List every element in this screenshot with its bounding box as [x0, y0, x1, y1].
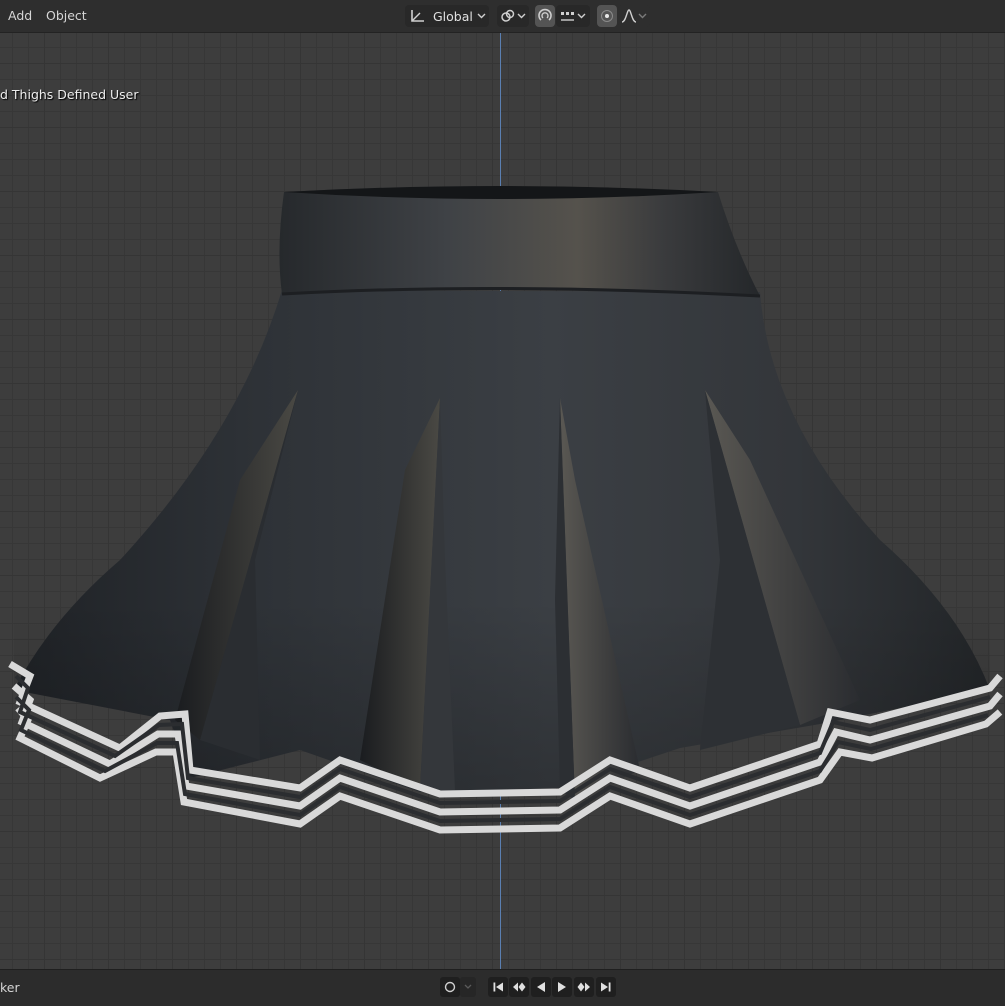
play-icon: [556, 981, 568, 993]
play-reverse-icon: [535, 981, 547, 993]
play-button[interactable]: [552, 977, 572, 997]
pivot-icon: [500, 8, 516, 24]
next-keyframe-icon: [577, 981, 591, 993]
chevron-down-icon: [577, 13, 586, 19]
play-reverse-button[interactable]: [531, 977, 551, 997]
snap-toggle[interactable]: [535, 5, 555, 27]
skirt-waistband: [279, 186, 760, 296]
jump-start-button[interactable]: [488, 977, 508, 997]
snap-icon: [537, 8, 553, 24]
jump-end-icon: [600, 981, 612, 993]
snap-increment-icon: [559, 8, 575, 24]
record-icon: [444, 981, 456, 993]
pleated-skirt-model[interactable]: [0, 33, 1005, 969]
snap-target-dropdown[interactable]: [556, 5, 590, 27]
pivot-point-dropdown[interactable]: [497, 5, 529, 27]
falloff-curve-icon: [621, 8, 637, 24]
jump-start-icon: [492, 981, 504, 993]
proportional-editing-toggle[interactable]: [597, 5, 617, 27]
next-keyframe-button[interactable]: [574, 977, 594, 997]
transform-orientation-icon: [409, 8, 427, 24]
menu-object[interactable]: Object: [46, 8, 87, 23]
timeline-header: ker: [0, 969, 1005, 1006]
keying-dropdown[interactable]: [460, 977, 476, 997]
chevron-down-icon: [638, 13, 647, 19]
jump-end-button[interactable]: [596, 977, 616, 997]
chevron-down-icon: [477, 13, 486, 19]
viewport-header: Add Object Global: [0, 0, 1005, 33]
prev-keyframe-icon: [512, 981, 526, 993]
menu-add[interactable]: Add: [8, 8, 32, 23]
transform-orientation-label: Global: [433, 8, 473, 24]
proportional-falloff-dropdown[interactable]: [618, 5, 650, 27]
3d-viewport[interactable]: d Thighs Defined User: [0, 33, 1005, 969]
timeline-menu-label[interactable]: ker: [0, 980, 20, 995]
chevron-down-icon: [517, 13, 526, 19]
transform-orientation-dropdown[interactable]: Global: [405, 5, 489, 27]
prev-keyframe-button[interactable]: [509, 977, 529, 997]
proportional-editing-icon: [600, 9, 614, 23]
chevron-down-icon: [464, 984, 472, 990]
auto-keying-button[interactable]: [440, 977, 460, 997]
